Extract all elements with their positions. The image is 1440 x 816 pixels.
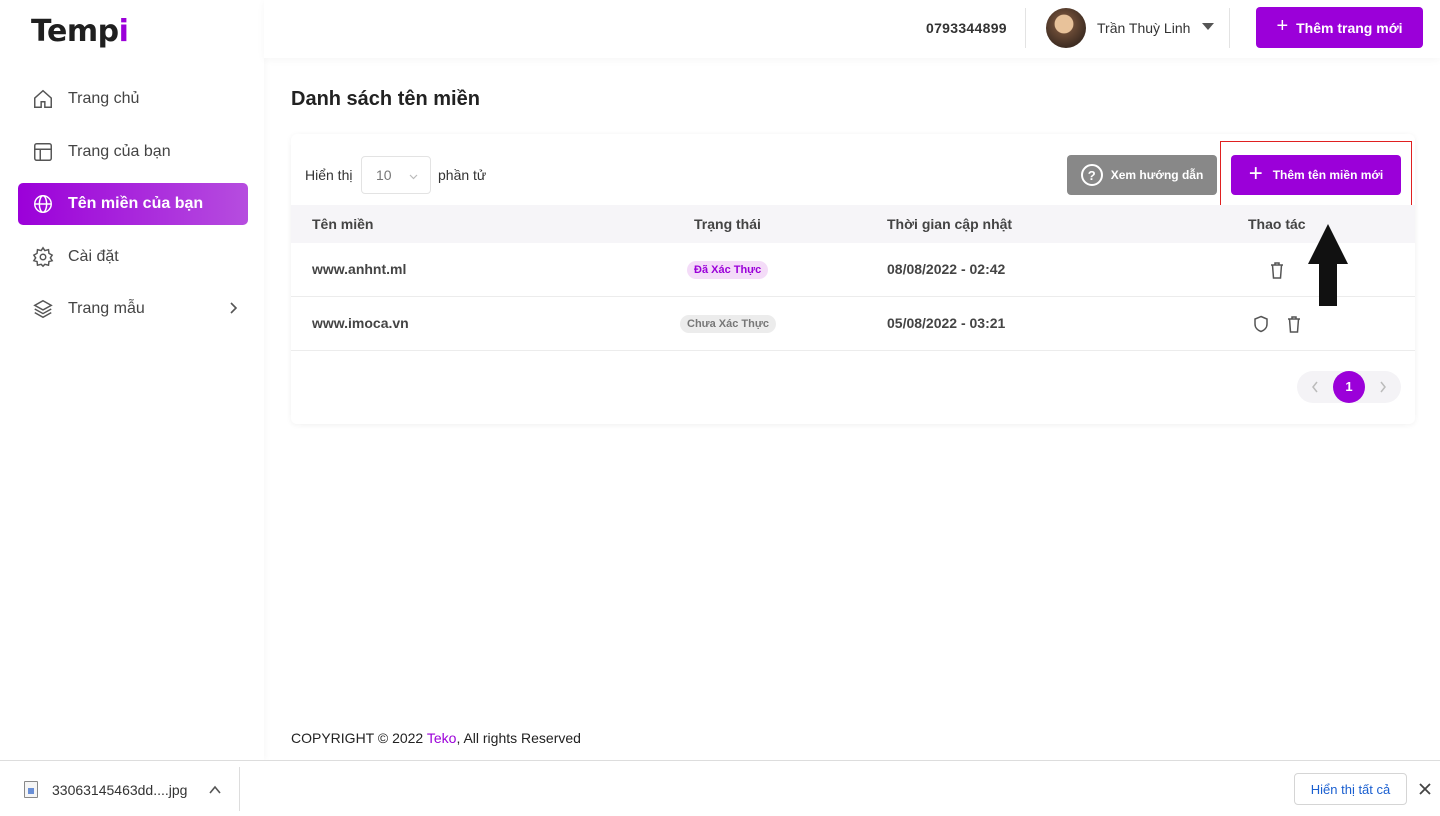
- show-all-button[interactable]: Hiển thị tất cả: [1294, 773, 1407, 805]
- home-icon: [34, 89, 52, 108]
- sidebar-item-label: Trang chủ: [68, 90, 140, 107]
- table-row: www.anhnt.ml Đã Xác Thực 08/08/2022 - 02…: [291, 243, 1415, 297]
- arrow-up-icon: [1308, 224, 1348, 306]
- domain-name[interactable]: www.anhnt.ml: [312, 261, 406, 277]
- image-file-icon: [24, 781, 38, 798]
- domain-table-card: Hiển thị 10 phần tử ? Xem hướng dẫn + Th…: [291, 134, 1415, 424]
- plus-icon: +: [1248, 159, 1263, 187]
- column-header-actions: Thao tác: [1248, 216, 1306, 232]
- guide-button[interactable]: ? Xem hướng dẫn: [1067, 155, 1217, 195]
- table-row: www.imoca.vn Chưa Xác Thực 05/08/2022 - …: [291, 297, 1415, 351]
- layers-icon: [33, 299, 53, 319]
- add-page-label: Thêm trang mới: [1296, 19, 1403, 36]
- gear-icon: [32, 246, 54, 267]
- trash-icon[interactable]: [1269, 261, 1285, 279]
- header-divider: [1025, 8, 1026, 48]
- question-icon: ?: [1080, 164, 1103, 186]
- sidebar-item-label: Trang mẫu: [68, 300, 145, 317]
- column-header-updated: Thời gian cập nhật: [887, 216, 1013, 232]
- column-header-domain: Tên miền: [312, 216, 374, 232]
- sidebar-item-label: Tên miền của bạn: [68, 195, 204, 212]
- footer-brand-link[interactable]: Teko: [427, 730, 457, 746]
- logo-accent: i: [118, 14, 129, 49]
- header-divider: [1229, 8, 1230, 48]
- table-header: Tên miền Trạng thái Thời gian cập nhật T…: [291, 205, 1415, 243]
- chevron-down-icon: [409, 174, 418, 180]
- add-domain-label: Thêm tên miền mới: [1272, 168, 1384, 182]
- footer-suffix: , All rights Reserved: [456, 730, 581, 746]
- sidebar-item-your-pages[interactable]: Trang của bạn: [18, 131, 248, 173]
- sidebar-item-settings[interactable]: Cài đặt: [18, 236, 248, 278]
- trash-icon[interactable]: [1286, 315, 1302, 333]
- status-badge: Chưa Xác Thực: [680, 315, 776, 333]
- sidebar-item-label: Trang của bạn: [68, 142, 171, 160]
- domain-name[interactable]: www.imoca.vn: [312, 315, 409, 331]
- page-1-button[interactable]: 1: [1333, 371, 1365, 403]
- footer-copyright: COPYRIGHT © 2022 Teko, All rights Reserv…: [291, 730, 581, 746]
- logo-text: Temp: [31, 14, 119, 49]
- sidebar: Tempi Trang chủ Trang của bạn Tên miền c…: [0, 0, 264, 760]
- caret-down-icon[interactable]: [1202, 23, 1214, 30]
- footer-prefix: COPYRIGHT © 2022: [291, 730, 427, 746]
- download-file-name[interactable]: 33063145463dd....jpg: [52, 782, 187, 798]
- column-header-status: Trạng thái: [694, 216, 761, 232]
- shield-icon[interactable]: [1253, 315, 1269, 333]
- sidebar-item-home[interactable]: Trang chủ: [18, 78, 248, 120]
- close-icon[interactable]: [1418, 782, 1432, 796]
- show-label: Hiển thị: [305, 167, 353, 183]
- sidebar-item-label: Cài đặt: [68, 247, 119, 265]
- phone-number: 0793344899: [926, 20, 1007, 36]
- add-domain-button[interactable]: + Thêm tên miền mới: [1231, 155, 1401, 195]
- updated-time: 08/08/2022 - 02:42: [887, 261, 1006, 277]
- chevron-right-icon: [230, 302, 238, 314]
- guide-button-label: Xem hướng dẫn: [1110, 168, 1204, 182]
- page-size-select[interactable]: 10: [361, 156, 431, 194]
- page-title: Danh sách tên miền: [291, 88, 480, 110]
- add-page-button[interactable]: + Thêm trang mới: [1256, 7, 1423, 48]
- items-label: phần tử: [438, 167, 487, 183]
- chevron-up-icon[interactable]: [208, 783, 222, 797]
- updated-time: 05/08/2022 - 03:21: [887, 315, 1006, 331]
- status-badge: Đã Xác Thực: [687, 261, 769, 279]
- chevron-left-icon[interactable]: [1310, 380, 1320, 394]
- sidebar-item-domains[interactable]: Tên miền của bạn: [18, 183, 248, 225]
- top-header: 0793344899 Trần Thuỳ Linh + Thêm trang mớ…: [264, 0, 1440, 58]
- globe-icon: [34, 195, 52, 213]
- plus-icon: +: [1276, 15, 1289, 37]
- download-divider: [239, 767, 240, 811]
- pagination: 1: [1297, 371, 1401, 403]
- page-size-value: 10: [376, 167, 392, 183]
- download-bar: 33063145463dd....jpg Hiển thị tất cả: [0, 760, 1440, 816]
- sidebar-nav: Trang chủ Trang của bạn Tên miền của bạn…: [18, 78, 248, 341]
- logo[interactable]: Tempi: [31, 14, 129, 49]
- user-name[interactable]: Trần Thuỳ Linh: [1097, 20, 1190, 36]
- sidebar-item-templates[interactable]: Trang mẫu: [18, 288, 248, 330]
- chevron-right-icon[interactable]: [1378, 380, 1388, 394]
- avatar[interactable]: [1046, 8, 1086, 48]
- layout-icon: [34, 142, 52, 161]
